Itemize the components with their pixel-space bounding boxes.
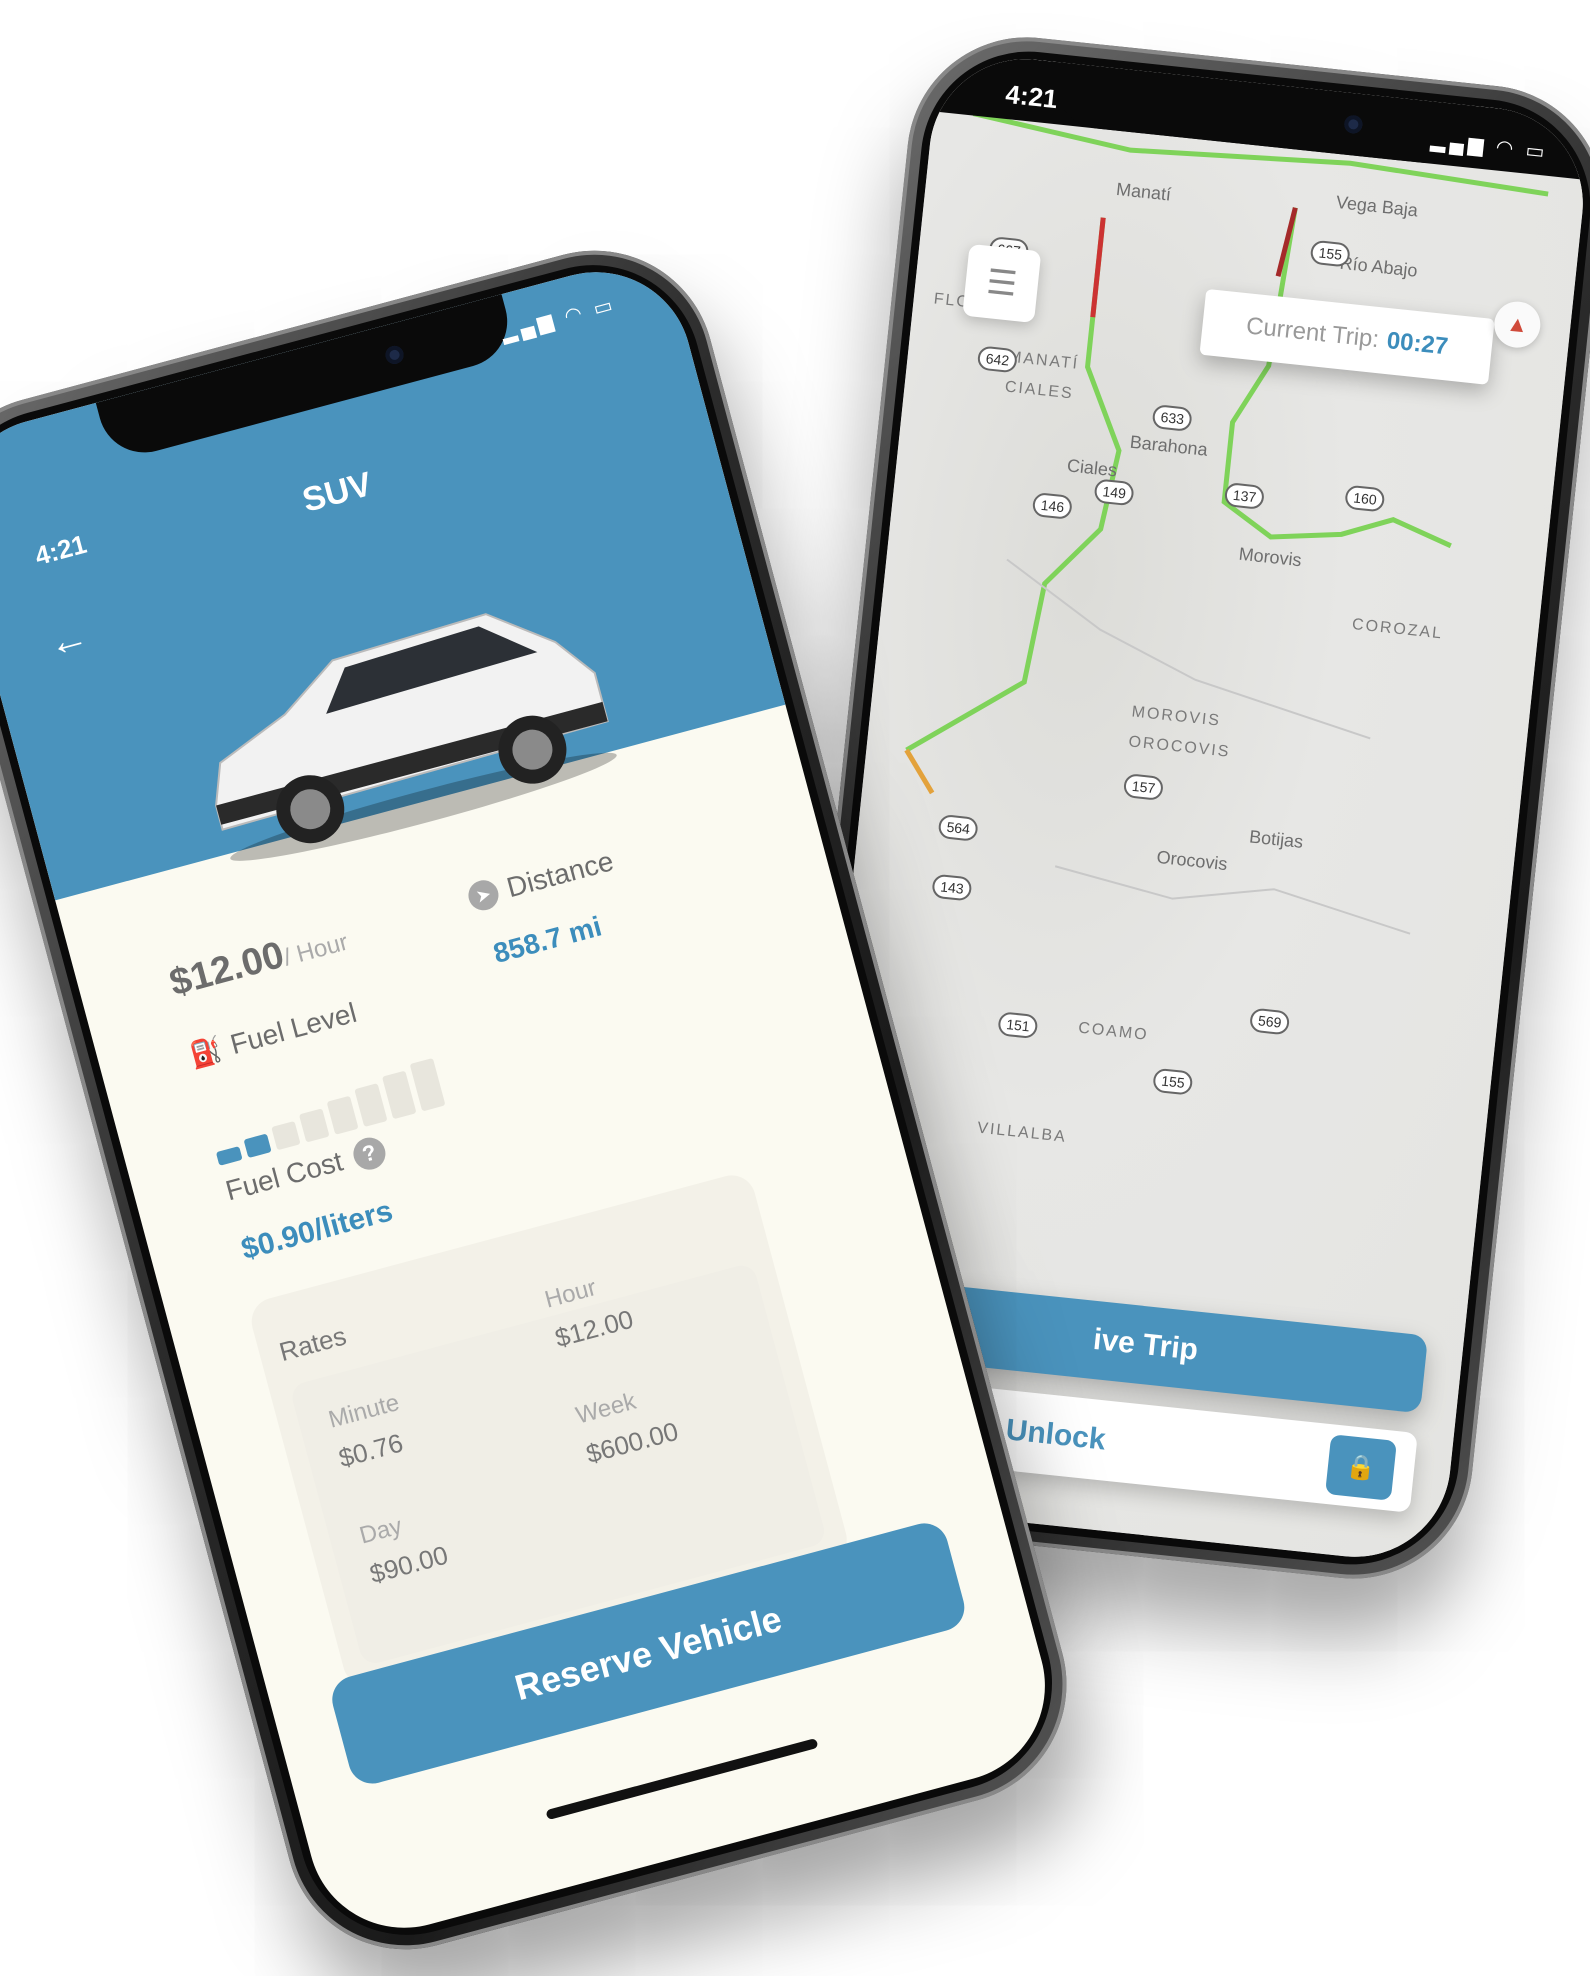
fuel-bar-segment [381,1070,417,1120]
current-trip-value: 00:27 [1385,327,1450,361]
fuel-bar-segment [298,1108,330,1143]
rates-title: Rates [275,1320,350,1368]
lock-button[interactable]: 🔒 [1325,1434,1397,1501]
distance-value: 858.7 mi [490,910,605,970]
rate-week: Week $600.00 [573,1379,682,1470]
fuel-bar-segment [326,1095,359,1135]
fuel-level-text: Fuel Level [227,996,360,1061]
trip-button-label: ive Trip [1091,1322,1200,1367]
hourly-price: $12.00/ Hour [165,917,352,1006]
distance-label-text: Distance [503,845,617,904]
fuel-bar-segment [215,1146,243,1166]
menu-icon: ☰ [984,262,1019,304]
status-icons: ▂▄▆ ◠ ▭ [1429,129,1550,164]
rate-label: Minute [325,1388,403,1434]
distance-label: ➤ Distance [465,845,617,914]
rate-value: $12.00 [551,1303,637,1354]
help-icon[interactable]: ? [349,1134,389,1174]
compass-icon: ▲ [1505,310,1530,338]
price-value: $12.00 [165,933,289,1005]
lock-icon: 🔒 [1344,1452,1378,1483]
price-unit: / Hour [280,928,351,972]
fuel-bar-segment [243,1133,272,1159]
status-time: 4:21 [1004,78,1059,115]
fuel-pump-icon: ⛽ [186,1033,226,1071]
rate-minute: Minute $0.76 [326,1389,413,1474]
rate-value: $90.00 [366,1539,452,1590]
rate-value: $0.76 [335,1427,407,1474]
fuel-bar-segment [271,1120,301,1151]
compass-icon: ➤ [465,876,502,914]
rate-day: Day $90.00 [357,1503,452,1590]
status-icons: ▂▄▆ ◠ ▭ [498,293,619,346]
fuel-cost-value: $0.90/liters [237,1194,397,1267]
current-trip-label: Current Trip: [1244,312,1381,354]
menu-button[interactable]: ☰ [962,243,1042,324]
rate-hour: Hour $12.00 [542,1267,637,1354]
unlock-label: Unlock [1004,1413,1108,1457]
fuel-level-label: ⛽ Fuel Level [186,997,360,1072]
fuel-bar-segment [354,1083,388,1128]
fuel-bar-segment [409,1057,446,1112]
